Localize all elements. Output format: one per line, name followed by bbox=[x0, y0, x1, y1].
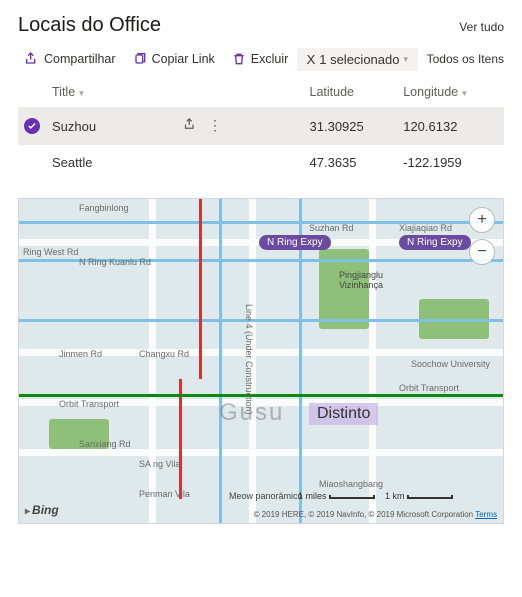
row-checkbox-checked[interactable] bbox=[24, 118, 40, 134]
map-metro-line bbox=[199, 199, 202, 379]
map-label: Suzhan Rd bbox=[309, 223, 354, 233]
page-title: Locais do Office bbox=[18, 14, 161, 37]
locations-table: Title▾ Latitude Longitude▾ Suzhou bbox=[18, 77, 504, 180]
map-badge: N Ring Expy bbox=[259, 235, 331, 250]
copy-link-button[interactable]: Copiar Link bbox=[126, 47, 221, 71]
map-district: Gusu bbox=[219, 399, 284, 427]
map-canvas[interactable]: N Ring Expy N Ring Expy Fangbinlong Suzh… bbox=[18, 198, 504, 524]
chevron-down-icon: ▾ bbox=[462, 88, 467, 98]
map-label: Sanxiang Rd bbox=[79, 439, 131, 449]
link-icon bbox=[132, 51, 148, 67]
check-icon bbox=[27, 121, 37, 131]
map-label: Ring West Rd bbox=[23, 247, 78, 257]
map-label: Line 4 (Under Construction) bbox=[244, 304, 254, 415]
row-longitude: -122.1959 bbox=[397, 145, 504, 180]
chevron-down-icon: ▾ bbox=[403, 54, 408, 65]
map-label: Penman Vila bbox=[139, 489, 190, 499]
map-neighborhood: Pingjianglu Vizinhança bbox=[339, 271, 383, 291]
share-icon bbox=[24, 51, 40, 67]
selection-count-label: 1 selecionado bbox=[319, 52, 399, 67]
map-label: Miaoshangbang bbox=[319, 479, 383, 489]
map-road bbox=[19, 449, 503, 456]
column-longitude[interactable]: Longitude▾ bbox=[397, 77, 504, 107]
trash-icon bbox=[231, 51, 247, 67]
row-title: Seattle bbox=[52, 155, 92, 170]
toolbar: Compartilhar Copiar Link Excluir X 1 sel… bbox=[18, 47, 504, 71]
map-copyright: © 2019 HERE, © 2019 NavInfo, © 2019 Micr… bbox=[254, 510, 497, 519]
column-latitude[interactable]: Latitude bbox=[304, 77, 398, 107]
map-blue-road bbox=[19, 319, 503, 322]
terms-link[interactable]: Terms bbox=[475, 510, 497, 519]
map-pano-label: Meow panorâmico bbox=[229, 491, 303, 501]
row-share-icon[interactable] bbox=[183, 117, 198, 135]
chevron-down-icon: ▾ bbox=[79, 88, 84, 98]
map-scale: 1 miles 1 km bbox=[298, 491, 453, 501]
copy-link-label: Copiar Link bbox=[152, 52, 215, 66]
map-label: Jinmen Rd bbox=[59, 349, 102, 359]
delete-label: Excluir bbox=[251, 52, 289, 66]
selection-count[interactable]: X 1 selecionado ▾ bbox=[297, 48, 418, 71]
map-label: Xiajiaqiao Rd bbox=[399, 223, 452, 233]
map-label: N Ring Kuanlu Rd bbox=[79, 257, 151, 267]
share-label: Compartilhar bbox=[44, 52, 116, 66]
zoom-in-button[interactable]: + bbox=[469, 207, 495, 233]
row-longitude: 120.6132 bbox=[397, 107, 504, 145]
map-metro-line bbox=[179, 379, 182, 499]
row-more-icon[interactable]: ⋮ bbox=[208, 117, 222, 135]
map-badge: N Ring Expy bbox=[399, 235, 471, 250]
see-all-link[interactable]: Ver tudo bbox=[459, 20, 504, 34]
zoom-controls: + − bbox=[469, 207, 495, 265]
map-blue-road bbox=[219, 199, 222, 523]
row-title: Suzhou bbox=[52, 119, 96, 134]
map-green-line bbox=[19, 394, 503, 397]
row-latitude: 31.30925 bbox=[304, 107, 398, 145]
table-row[interactable]: Seattle 47.3635 -122.1959 bbox=[18, 145, 504, 180]
map-road bbox=[149, 199, 156, 523]
table-row[interactable]: Suzhou ⋮ 31.30925 120.6132 bbox=[18, 107, 504, 145]
map-callout: Distinto bbox=[309, 403, 378, 425]
map-road bbox=[369, 199, 376, 523]
map-label: Orbit Transport bbox=[59, 399, 119, 409]
map-label: Changxu Rd bbox=[139, 349, 189, 359]
map-label: Orbit Transport bbox=[399, 383, 459, 393]
view-selector-label: Todos os Itens bbox=[427, 52, 504, 66]
delete-button[interactable]: Excluir bbox=[225, 47, 295, 71]
column-title[interactable]: Title▾ bbox=[46, 77, 304, 107]
row-latitude: 47.3635 bbox=[304, 145, 398, 180]
map-label: Fangbinlong bbox=[79, 203, 129, 213]
bing-logo: Bing bbox=[25, 503, 59, 517]
map-label: SA ng Vila bbox=[139, 459, 180, 469]
share-button[interactable]: Compartilhar bbox=[18, 47, 122, 71]
map-label: Soochow University bbox=[411, 359, 490, 369]
zoom-out-button[interactable]: − bbox=[469, 239, 495, 265]
view-selector[interactable]: Todos os Itens bbox=[427, 52, 504, 66]
close-icon[interactable]: X bbox=[307, 52, 316, 67]
